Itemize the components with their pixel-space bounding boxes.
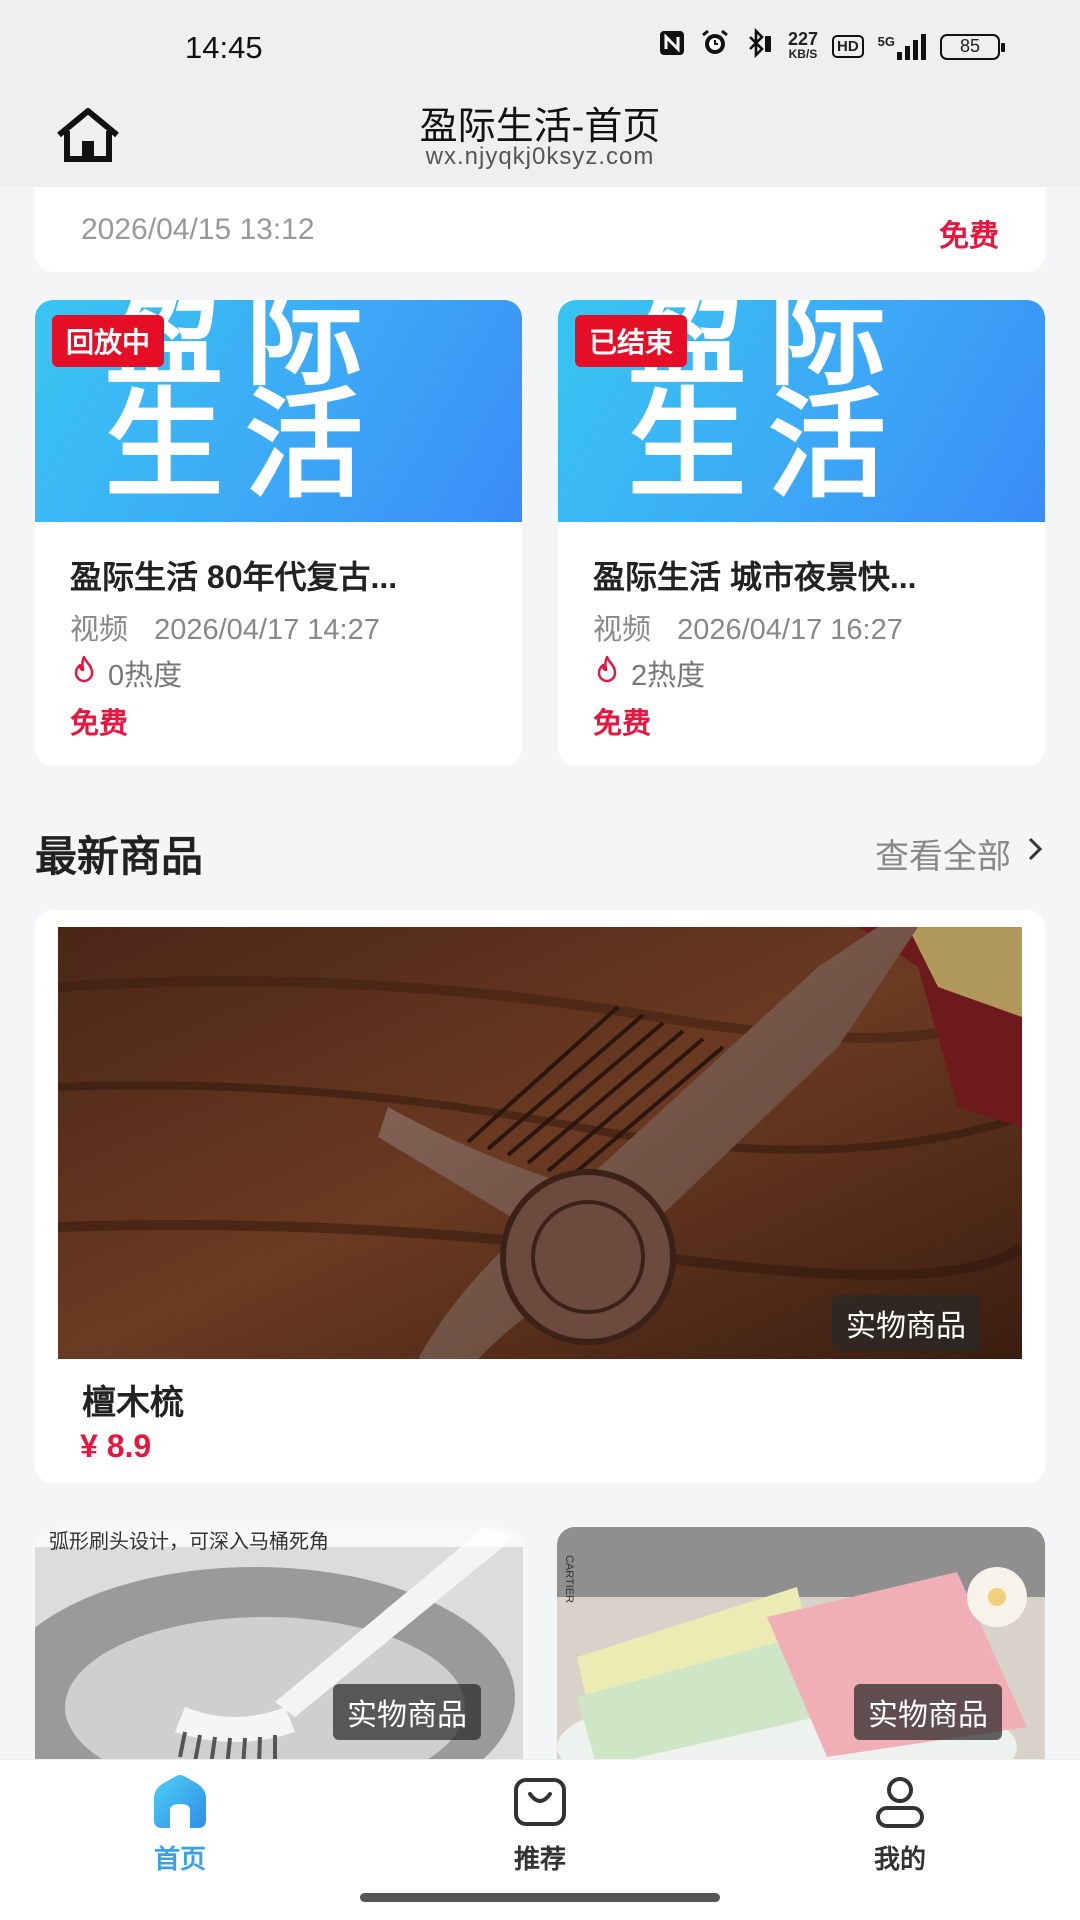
battery-level: 85	[959, 36, 981, 56]
status-time: 14:45	[185, 30, 263, 65]
bag-icon	[510, 1774, 570, 1835]
thumbnail-art-line: 生活	[105, 380, 386, 512]
flame-icon	[70, 654, 98, 692]
video-price: 免费	[70, 708, 129, 740]
see-all-link[interactable]: 查看全部	[875, 829, 1045, 878]
user-icon	[870, 1774, 930, 1835]
video-thumbnail: 盈际 生活 回放中	[35, 300, 522, 522]
box-label: CARTIER	[563, 1555, 575, 1604]
flame-icon	[593, 654, 621, 692]
page-url: wx.njyqkj0ksyz.com	[425, 143, 655, 170]
net-speed-unit: KB/S	[788, 46, 818, 61]
video-time: 2026/04/17 16:27	[677, 614, 903, 646]
heat-value: 2热度	[631, 660, 706, 692]
status-badge: 回放中	[52, 315, 165, 367]
home-icon	[148, 1774, 212, 1835]
product-card[interactable]: 弧形刷头设计，可深入马桶死角 实物商品	[35, 1527, 523, 1759]
bluetooth-icon	[744, 27, 774, 65]
product-card[interactable]: 实物商品 檀木梳 ¥ 8.9	[35, 910, 1045, 1483]
title-bar: 盈际生活-首页 wx.njyqkj0ksyz.com	[0, 95, 1080, 187]
content-scroll[interactable]: 2026/04/15 13:12 免费 盈际 生活 回放中 盈际生活 80年代复…	[0, 187, 1080, 1759]
product-price: ¥ 8.9	[80, 1428, 152, 1464]
heat-value: 0热度	[108, 660, 183, 692]
event-card[interactable]: 2026/04/15 13:12 免费	[35, 187, 1045, 272]
hd-icon: HD	[831, 35, 864, 58]
nfc-icon	[658, 29, 686, 64]
section-title: 最新商品	[35, 833, 204, 880]
product-tag: 实物商品	[832, 1295, 980, 1351]
status-icons: 227 KB/S HD 5G 85	[658, 27, 1005, 65]
network-type: 5G	[877, 33, 895, 49]
nav-label: 我的	[873, 1844, 926, 1874]
video-kind: 视频	[70, 614, 129, 646]
video-meta: 视频 2026/04/17 14:27	[70, 606, 380, 648]
nav-label: 首页	[153, 1844, 206, 1874]
product-tag: 实物商品	[333, 1684, 481, 1740]
video-title: 盈际生活 80年代复古...	[70, 559, 398, 595]
video-thumbnail: 盈际 生活 已结束	[558, 300, 1045, 522]
page-title: 盈际生活-首页	[419, 106, 661, 148]
chevron-right-icon	[1025, 834, 1045, 873]
signal-icon: 5G	[877, 33, 926, 60]
video-price: 免费	[593, 708, 652, 740]
product-card[interactable]: CARTIER 实物商品	[557, 1527, 1045, 1759]
nav-item-recommend[interactable]: 推荐	[440, 1774, 640, 1876]
product-name: 檀木梳	[82, 1384, 184, 1422]
alarm-icon	[700, 28, 730, 65]
nav-item-home[interactable]: 首页	[80, 1774, 280, 1876]
nav-label: 推荐	[513, 1844, 566, 1874]
product-tag: 实物商品	[854, 1684, 1002, 1740]
home-indicator[interactable]	[360, 1893, 720, 1902]
net-speed: 227 KB/S	[787, 28, 818, 62]
battery-icon: 85	[940, 33, 1005, 60]
event-price: 免费	[939, 220, 999, 253]
video-heat: 2热度	[593, 652, 705, 694]
video-card[interactable]: 盈际 生活 回放中 盈际生活 80年代复古... 视频 2026/04/17 1…	[35, 300, 522, 766]
status-bar: 14:45 227 KB/S HD 5G 85	[0, 0, 1080, 95]
video-title: 盈际生活 城市夜景快...	[593, 559, 917, 595]
event-date: 2026/04/15 13:12	[81, 213, 315, 246]
video-time: 2026/04/17 14:27	[154, 614, 380, 646]
nav-item-profile[interactable]: 我的	[800, 1774, 1000, 1876]
status-badge: 已结束	[575, 315, 688, 367]
see-all-label: 查看全部	[875, 838, 1011, 876]
product-caption: 弧形刷头设计，可深入马桶死角	[49, 1531, 329, 1553]
video-card[interactable]: 盈际 生活 已结束 盈际生活 城市夜景快... 视频 2026/04/17 16…	[558, 300, 1045, 766]
section-header: 最新商品 查看全部	[35, 823, 1045, 883]
video-meta: 视频 2026/04/17 16:27	[593, 606, 903, 648]
thumbnail-art-line: 生活	[628, 380, 909, 512]
video-kind: 视频	[593, 614, 652, 646]
video-heat: 0热度	[70, 652, 182, 694]
net-speed-value: 227	[787, 28, 818, 49]
